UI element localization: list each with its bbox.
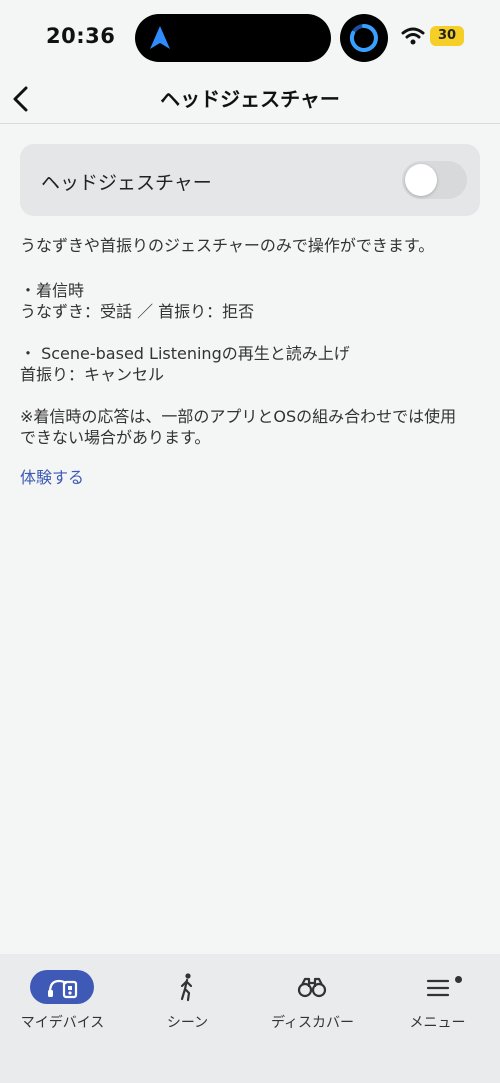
status-bar: 20:36 30 (0, 0, 500, 74)
page-title: ヘッドジェスチャー (160, 87, 340, 111)
scene-listening-heading: ・ Scene-based Listeningの再生と読み上げ (20, 344, 350, 363)
walking-person-icon (180, 973, 193, 1002)
tab-menu[interactable]: メニュー (375, 954, 500, 1044)
incoming-call-heading: ・着信時 (20, 281, 85, 300)
note-text-line2: できない場合があります。 (20, 428, 211, 447)
incoming-call-actions: うなずき：受話 ／ 首振り：拒否 (20, 302, 255, 321)
note-text-line1: ※着信時の応答は、一部のアプリとOSの組み合わせでは使用 (20, 407, 457, 426)
dynamic-island (135, 14, 331, 62)
tab-discover[interactable]: ディスカバー (250, 954, 375, 1044)
progress-ring-icon (349, 24, 378, 52)
tab-bar: マイデバイス シーン ディスカバー メニュー (0, 954, 500, 1083)
toggle-knob (405, 164, 437, 196)
navigation-arrow-icon (150, 26, 170, 49)
tab-label: ディスカバー (270, 1015, 355, 1031)
headphones-device-icon (48, 979, 78, 999)
head-gesture-label: ヘッドジェスチャー (41, 172, 212, 194)
menu-icon (426, 979, 450, 997)
tab-icon-wrap (175, 970, 199, 1004)
head-gesture-toggle[interactable] (402, 161, 467, 199)
tab-icon-wrap (426, 970, 450, 1004)
tab-label: シーン (166, 1015, 209, 1031)
binoculars-icon (297, 977, 327, 998)
tab-icon-wrap (297, 970, 327, 1004)
tab-label: メニュー (409, 1015, 466, 1031)
activity-indicator (340, 14, 388, 62)
description-text: うなずきや首振りのジェスチャーのみで操作ができます。 (20, 236, 435, 255)
tab-label: マイデバイス (20, 1015, 105, 1031)
scene-listening-actions: 首振り：キャンセル (20, 365, 165, 384)
active-tab-pill (30, 970, 94, 1004)
tab-my-device[interactable]: マイデバイス (0, 954, 125, 1044)
battery-indicator: 30 (430, 26, 464, 46)
wifi-icon (401, 27, 425, 45)
tab-scene[interactable]: シーン (125, 954, 250, 1044)
try-it-link[interactable]: 体験する (20, 464, 84, 488)
status-time: 20:36 (46, 24, 116, 48)
navigation-header: ヘッドジェスチャー (0, 74, 500, 124)
notification-badge (455, 976, 462, 983)
